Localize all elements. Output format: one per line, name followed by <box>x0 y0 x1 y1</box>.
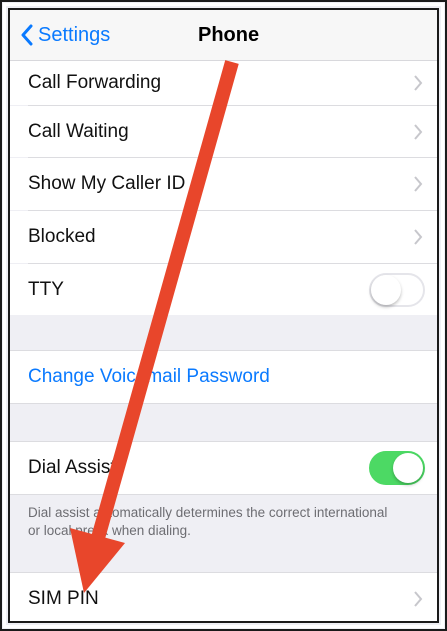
row-tty: TTY <box>10 264 437 315</box>
row-blocked[interactable]: Blocked <box>10 211 437 263</box>
row-label: Show My Caller ID <box>28 173 186 194</box>
row-label: SIM PIN <box>28 588 99 609</box>
chevron-left-icon <box>21 24 33 46</box>
back-button[interactable]: Settings <box>20 22 110 48</box>
chevron-right-icon <box>414 176 423 192</box>
row-change-voicemail-password[interactable]: Change Voicemail Password <box>10 350 437 404</box>
chevron-right-icon <box>414 229 423 245</box>
row-sim-pin[interactable]: SIM PIN <box>10 572 437 621</box>
chevron-right-icon <box>414 591 423 607</box>
dial-assist-footnote: Dial assist automatically determines the… <box>28 505 388 538</box>
section-gap <box>10 315 437 350</box>
chevron-right-icon <box>414 123 423 140</box>
dial-assist-toggle[interactable] <box>369 451 425 485</box>
settings-screen: Settings Phone Call Forwarding Call Wait… <box>8 8 439 623</box>
page-title: Phone <box>198 24 260 46</box>
row-call-forwarding[interactable]: Call Forwarding <box>10 61 437 105</box>
chevron-right-icon <box>414 75 423 91</box>
toggle-knob <box>393 453 423 483</box>
row-label: Call Forwarding <box>28 72 162 93</box>
row-dial-assist: Dial Assist <box>10 441 437 495</box>
section-gap <box>10 404 437 441</box>
row-show-caller-id[interactable]: Show My Caller ID <box>10 158 437 210</box>
row-call-waiting[interactable]: Call Waiting <box>10 106 437 157</box>
navigation-bar: Settings Phone <box>10 10 437 61</box>
row-label: Call Waiting <box>28 120 129 142</box>
change-voicemail-password-link[interactable]: Change Voicemail Password <box>28 366 270 388</box>
row-label: Dial Assist <box>28 457 116 478</box>
back-label: Settings <box>38 23 111 46</box>
row-label: TTY <box>28 278 64 300</box>
toggle-knob <box>371 274 401 305</box>
tty-toggle[interactable] <box>369 272 425 307</box>
row-label: Blocked <box>28 226 96 247</box>
screenshot-frame: Settings Phone Call Forwarding Call Wait… <box>0 0 447 631</box>
